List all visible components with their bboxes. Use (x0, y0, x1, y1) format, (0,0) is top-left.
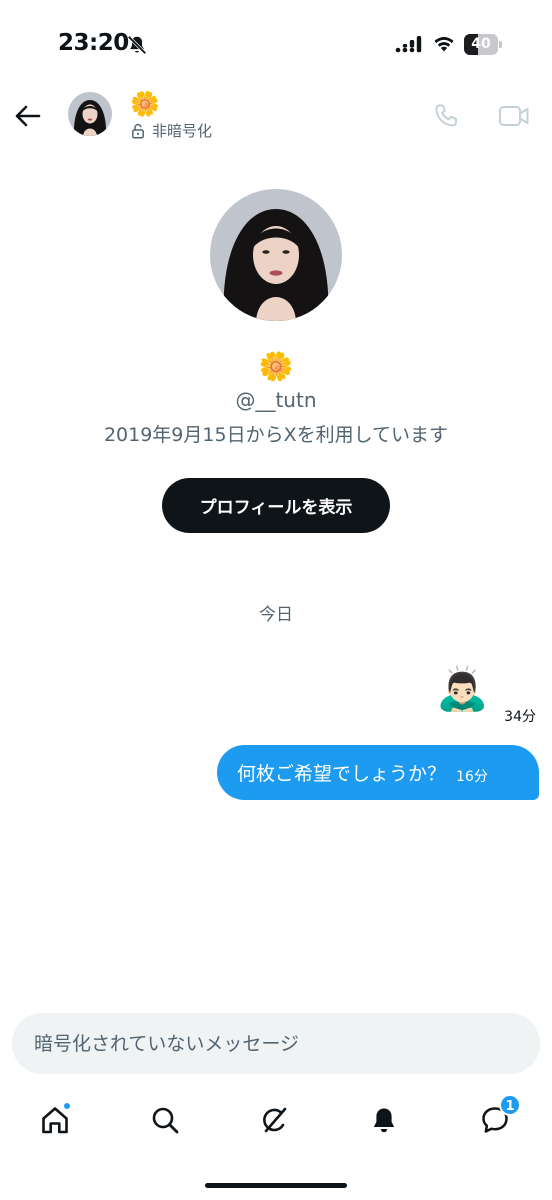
nav-home[interactable] (35, 1100, 75, 1140)
view-profile-button[interactable]: プロフィールを表示 (162, 478, 390, 533)
sent-message-bubble[interactable]: 何枚ご希望でしょうか？ 16分 (217, 745, 539, 800)
battery-level: 40 (471, 36, 491, 52)
header-name[interactable]: 🌼 (130, 90, 160, 118)
bell-icon (373, 1108, 395, 1133)
message-text: 何枚ご希望でしょうか？ (237, 763, 447, 785)
message-timestamp: 34分 (504, 709, 536, 725)
message-composer[interactable] (12, 1013, 540, 1074)
profile-joined-date: 2019年9月15日からXを利用しています (103, 424, 449, 446)
back-button[interactable] (12, 100, 44, 132)
profile-avatar[interactable] (210, 189, 342, 321)
lock-icon (132, 123, 144, 139)
encryption-status-label: 非暗号化 (152, 122, 213, 140)
muted-bell-icon (127, 35, 147, 55)
status-bar: 23:20 40 (0, 0, 552, 90)
message-input[interactable] (34, 1013, 514, 1074)
phone-icon[interactable] (432, 102, 460, 130)
message-timestamp: 16分 (456, 768, 488, 785)
emoji-message[interactable]: 🙇🏻‍♂️ (436, 664, 488, 714)
wifi-icon (434, 37, 454, 52)
encryption-status: 非暗号化 (130, 120, 212, 141)
profile-display-name: 🌼 (258, 350, 294, 383)
header-avatar[interactable] (68, 92, 112, 136)
grok-icon (263, 1107, 287, 1133)
home-notification-dot (63, 1102, 71, 1110)
conversation-header: 🌼 非暗号化 (0, 90, 552, 146)
home-indicator (205, 1183, 347, 1188)
date-divider: 今日 (259, 605, 293, 625)
messages-badge: 1 (499, 1094, 521, 1116)
search-icon (152, 1107, 179, 1134)
nav-grok[interactable] (255, 1100, 295, 1140)
nav-search[interactable] (145, 1100, 185, 1140)
back-arrow-icon (15, 105, 41, 127)
nav-messages[interactable]: 1 (475, 1094, 521, 1140)
video-icon[interactable] (498, 103, 530, 129)
profile-handle: @__tutn (235, 388, 317, 412)
nav-notifications[interactable] (364, 1100, 404, 1140)
bottom-nav: 1 (0, 1086, 552, 1156)
signal-icon (395, 36, 422, 53)
status-time: 23:20 (58, 30, 129, 56)
battery-icon: 40 (464, 34, 502, 55)
